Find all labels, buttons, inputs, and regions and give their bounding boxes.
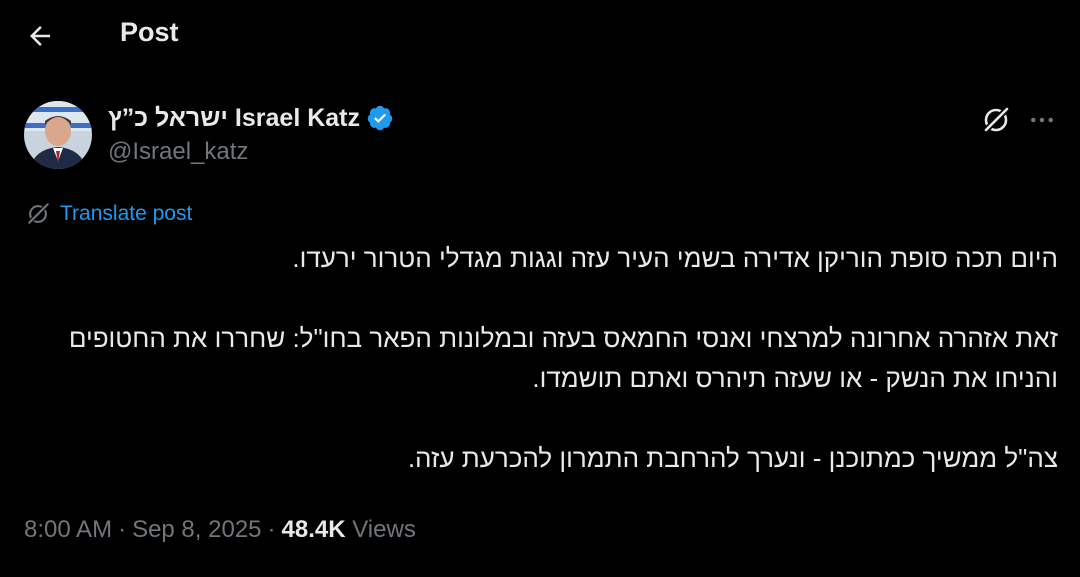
post-metadata: 8:00 AM · Sep 8, 2025 · 48.4K Views xyxy=(24,516,416,544)
top-bar: Post xyxy=(0,0,1080,70)
verified-badge-icon xyxy=(367,105,393,131)
author-handle[interactable]: @Israel_katz xyxy=(108,138,248,166)
translate-post-label: Translate post xyxy=(60,202,193,225)
post-paragraph: היום תכה סופת הוריקן אדירה בשמי העיר עזה… xyxy=(292,243,1058,273)
separator: · xyxy=(118,516,127,543)
avatar[interactable] xyxy=(24,101,92,169)
page-title: Post xyxy=(120,17,179,47)
arrow-left-icon xyxy=(30,26,50,46)
translate-post-link[interactable]: Translate post xyxy=(24,200,192,228)
grok-button[interactable] xyxy=(978,102,1014,138)
post-paragraph: צה"ל ממשיך כמתוכנן - ונערך להרחבת התמרון… xyxy=(407,443,1058,473)
more-horizontal-icon xyxy=(1031,117,1053,123)
post-paragraph: זאת אזהרה אחרונה למרצחי ואנסי החמאס בעזה… xyxy=(68,323,1058,393)
more-options-button[interactable] xyxy=(1024,102,1060,138)
author-name-row: ישראל כ”ץ Israel Katz xyxy=(108,100,394,136)
views-label: Views xyxy=(352,516,416,543)
display-name[interactable]: ישראל כ”ץ Israel Katz xyxy=(108,104,360,133)
post-body: היום תכה סופת הוריקן אדירה בשמי העיר עזה… xyxy=(24,238,1058,478)
back-button[interactable] xyxy=(22,18,58,54)
grok-icon xyxy=(982,105,1011,134)
separator: · xyxy=(267,516,276,543)
post-time[interactable]: 8:00 AM xyxy=(24,516,112,543)
post-date[interactable]: Sep 8, 2025 xyxy=(132,516,261,543)
views-count: 48.4K xyxy=(281,516,346,543)
grok-translate-icon xyxy=(26,201,51,226)
